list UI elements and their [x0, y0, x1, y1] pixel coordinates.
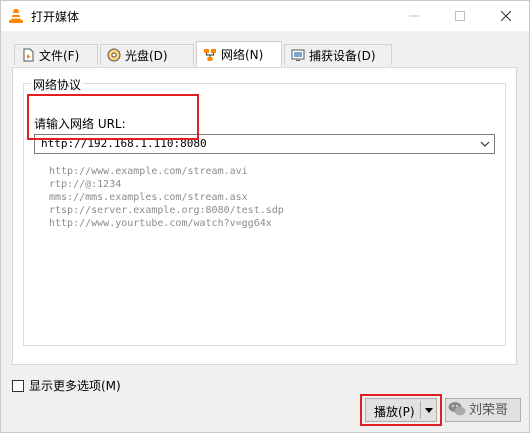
url-value: http://192.168.1.110:8080 [41, 137, 207, 150]
close-icon [501, 11, 511, 21]
example-url: http://www.example.com/stream.avi [49, 166, 248, 177]
more-options-label: 显示更多选项(M) [29, 379, 121, 393]
capture-device-icon [291, 49, 305, 61]
tab-disc-label: 光盘(D) [125, 48, 168, 63]
open-media-dialog: 打开媒体 文件(F) 光盘(D) 网络(N) 捕获设备(D) 网络协议 请输入网… [0, 0, 530, 433]
dropdown-arrow-icon[interactable] [424, 407, 434, 414]
url-examples: http://www.example.com/stream.avi rtp://… [49, 165, 284, 230]
network-icon [204, 48, 216, 61]
network-protocol-group: 网络协议 请输入网络 URL: http://192.168.1.110:808… [23, 76, 506, 346]
disc-icon [107, 48, 121, 62]
example-url: mms://mms.examples.com/stream.asx [49, 192, 248, 203]
url-input[interactable]: http://192.168.1.110:8080 [34, 134, 495, 154]
example-url: rtsp://server.example.org:8080/test.sdp [49, 205, 284, 216]
maximize-button[interactable] [437, 1, 483, 31]
minimize-icon [409, 15, 419, 17]
maximize-icon [455, 11, 465, 21]
tab-file-label: 文件(F) [39, 48, 80, 63]
url-label: 请输入网络 URL: [34, 117, 126, 131]
tab-disc[interactable]: 光盘(D) [100, 44, 194, 65]
window-title: 打开媒体 [31, 10, 80, 24]
chevron-down-icon[interactable] [480, 140, 490, 148]
play-button[interactable]: 播放(P) [365, 398, 437, 422]
minimize-button[interactable] [391, 1, 437, 31]
tab-network-label: 网络(N) [221, 48, 264, 62]
more-options-checkbox[interactable]: 显示更多选项(M) [12, 377, 121, 394]
watermark: 刘荣哥 [448, 399, 508, 418]
split-divider [420, 401, 421, 419]
close-button[interactable] [483, 1, 529, 31]
checkbox[interactable] [12, 379, 24, 392]
vlc-cone-icon [9, 9, 23, 23]
watermark-text: 刘荣哥 [469, 403, 509, 418]
file-icon [23, 48, 34, 62]
tab-file[interactable]: 文件(F) [14, 44, 98, 65]
example-url: http://www.yourtube.com/watch?v=gg64x [49, 218, 272, 229]
example-url: rtp://@:1234 [49, 179, 122, 190]
title-bar: 打开媒体 [1, 1, 529, 31]
wechat-icon [448, 401, 466, 415]
tab-capture-device-label: 捕获设备(D) [309, 48, 376, 63]
group-title: 网络协议 [31, 76, 84, 93]
tab-capture-device[interactable]: 捕获设备(D) [284, 44, 392, 65]
network-tab-pane: 网络协议 请输入网络 URL: http://192.168.1.110:808… [12, 67, 517, 365]
tab-network[interactable]: 网络(N) [196, 41, 282, 67]
play-label: 播放(P) [374, 405, 415, 419]
